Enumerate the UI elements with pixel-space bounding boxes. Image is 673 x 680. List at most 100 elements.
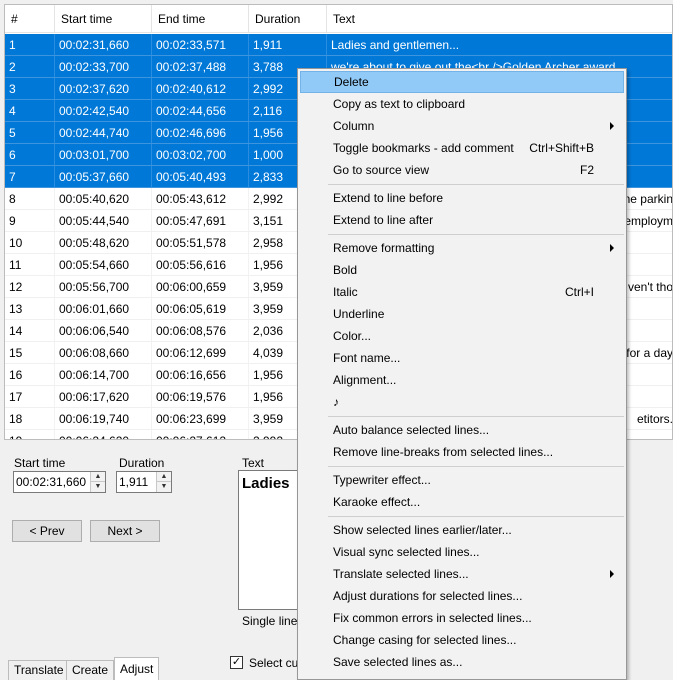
column-header-start-time[interactable]: Start time — [55, 5, 152, 33]
row-number: 19 — [5, 430, 55, 439]
menu-item-shortcut: Ctrl+I — [564, 285, 594, 299]
row-number: 9 — [5, 210, 55, 232]
menu-item-typewriter-effect[interactable]: Typewriter effect... — [300, 469, 624, 491]
menu-item-label: Translate selected lines... — [333, 567, 469, 581]
menu-item-label: Karaoke effect... — [333, 495, 421, 509]
row-end-time: 00:03:02,700 — [152, 144, 249, 166]
duration-down-icon[interactable]: ▼ — [157, 482, 171, 492]
menu-item-auto-balance-selected-lines[interactable]: Auto balance selected lines... — [300, 419, 624, 441]
menu-item-label: Delete — [334, 75, 369, 89]
menu-item-label: Remove line-breaks from selected lines..… — [333, 445, 554, 459]
start-time-up-icon[interactable]: ▲ — [91, 472, 105, 482]
grid-header: # Start time End time Duration Text — [5, 5, 672, 33]
menu-item-adjust-durations-for-selected-lines[interactable]: Adjust durations for selected lines... — [300, 585, 624, 607]
menu-item-color[interactable]: Color... — [300, 325, 624, 347]
submenu-arrow-icon — [610, 244, 614, 252]
row-start-time: 00:06:08,660 — [55, 342, 152, 364]
menu-item-remove-line-breaks-from-selected-lines[interactable]: Remove line-breaks from selected lines..… — [300, 441, 624, 463]
row-number: 6 — [5, 144, 55, 166]
row-text: Ladies and gentlemen... — [327, 34, 672, 56]
menu-item-font-name[interactable]: Font name... — [300, 347, 624, 369]
menu-item-save-selected-lines-as[interactable]: Save selected lines as... — [300, 651, 624, 673]
start-time-field[interactable]: ▲ ▼ — [13, 471, 106, 493]
table-row[interactable]: 1 00:02:31,660 00:02:33,571 1,911 Ladies and… — [5, 34, 672, 56]
tab-create[interactable]: Create — [66, 660, 115, 680]
row-number: 14 — [5, 320, 55, 342]
menu-item-label: Typewriter effect... — [333, 473, 431, 487]
row-start-time: 00:02:42,540 — [55, 100, 152, 122]
row-end-time: 00:05:56,616 — [152, 254, 249, 276]
duration-field[interactable]: ▲ ▼ — [116, 471, 172, 493]
menu-item-remove-formatting[interactable]: Remove formatting — [300, 237, 624, 259]
row-start-time: 00:06:19,740 — [55, 408, 152, 430]
menu-item-shortcut: Ctrl+Shift+B — [529, 141, 594, 155]
row-end-time: 00:02:37,488 — [152, 56, 249, 78]
row-number: 15 — [5, 342, 55, 364]
submenu-arrow-icon — [610, 570, 614, 578]
row-start-time: 00:06:17,620 — [55, 386, 152, 408]
menu-item-karaoke-effect[interactable]: Karaoke effect... — [300, 491, 624, 513]
row-end-time: 00:05:51,578 — [152, 232, 249, 254]
context-menu: Delete Copy as text to clipboard Column Tog… — [297, 68, 627, 680]
menu-item-fix-common-errors-in-selected-lines[interactable]: Fix common errors in selected lines... — [300, 607, 624, 629]
prev-button[interactable]: < Prev — [12, 520, 82, 542]
menu-item-translate-selected-lines[interactable]: Translate selected lines... — [300, 563, 624, 585]
row-number: 10 — [5, 232, 55, 254]
row-number: 1 — [5, 34, 55, 56]
menu-item-underline[interactable]: Underline — [300, 303, 624, 325]
menu-item-label: Italic — [333, 285, 358, 299]
column-header-duration[interactable]: Duration — [249, 5, 327, 33]
row-end-time: 00:06:16,656 — [152, 364, 249, 386]
row-end-time: 00:06:00,659 — [152, 276, 249, 298]
menu-item-music-note[interactable]: ♪ — [300, 391, 624, 413]
menu-item-label: Column — [333, 119, 375, 133]
menu-separator — [328, 466, 624, 467]
menu-item-copy-as-text-to-clipboard[interactable]: Copy as text to clipboard — [300, 93, 624, 115]
row-number: 12 — [5, 276, 55, 298]
menu-item-extend-to-line-before[interactable]: Extend to line before — [300, 187, 624, 209]
row-end-time: 00:05:43,612 — [152, 188, 249, 210]
subtitle-text-preview: Ladies — [242, 475, 290, 492]
menu-item-label: Adjust durations for selected lines... — [333, 589, 523, 603]
start-time-down-icon[interactable]: ▼ — [91, 482, 105, 492]
row-duration: 1,911 — [249, 34, 327, 56]
tab-translate[interactable]: Translate — [8, 660, 70, 680]
row-end-time: 00:02:46,696 — [152, 122, 249, 144]
tab-adjust[interactable]: Adjust — [114, 657, 160, 680]
menu-item-change-casing-for-selected-lines[interactable]: Change casing for selected lines... — [300, 629, 624, 651]
menu-item-extend-to-line-after[interactable]: Extend to line after — [300, 209, 624, 231]
menu-item-alignment[interactable]: Alignment... — [300, 369, 624, 391]
menu-item-label: Change casing for selected lines... — [333, 633, 517, 647]
menu-item-label: Copy as text to clipboard — [333, 97, 466, 111]
menu-item-shortcut: F2 — [579, 163, 594, 177]
menu-item-label: Go to source view — [333, 163, 430, 177]
menu-item-toggle-bookmarks-add-comment[interactable]: Toggle bookmarks - add comment Ctrl+Shift… — [300, 137, 624, 159]
menu-item-label: Toggle bookmarks - add comment — [333, 141, 514, 155]
menu-item-bold[interactable]: Bold — [300, 259, 624, 281]
menu-item-label: ♪ — [333, 395, 339, 409]
column-header-text[interactable]: Text — [327, 5, 672, 33]
duration-input[interactable] — [117, 472, 156, 492]
row-number: 13 — [5, 298, 55, 320]
column-header-end-time[interactable]: End time — [152, 5, 249, 33]
menu-item-delete[interactable]: Delete — [300, 71, 624, 93]
row-end-time: 00:05:40,493 — [152, 166, 249, 188]
row-end-time: 00:06:19,576 — [152, 386, 249, 408]
menu-item-go-to-source-view[interactable]: Go to source view F2 — [300, 159, 624, 181]
next-button[interactable]: Next > — [90, 520, 160, 542]
menu-item-italic[interactable]: Italic Ctrl+I — [300, 281, 624, 303]
menu-item-column[interactable]: Column — [300, 115, 624, 137]
select-current-label: Select cu — [249, 656, 299, 670]
row-start-time: 00:05:48,620 — [55, 232, 152, 254]
menu-item-visual-sync-selected-lines[interactable]: Visual sync selected lines... — [300, 541, 624, 563]
column-header-number[interactable]: # — [5, 5, 55, 33]
menu-item-show-selected-lines-earlier-later[interactable]: Show selected lines earlier/later... — [300, 519, 624, 541]
row-start-time: 00:05:40,620 — [55, 188, 152, 210]
row-number: 18 — [5, 408, 55, 430]
start-time-input[interactable] — [14, 472, 90, 492]
row-end-time: 00:06:23,699 — [152, 408, 249, 430]
select-current-checkbox[interactable]: ✓ — [230, 656, 243, 669]
row-end-time: 00:02:44,656 — [152, 100, 249, 122]
duration-up-icon[interactable]: ▲ — [157, 472, 171, 482]
row-start-time: 00:05:37,660 — [55, 166, 152, 188]
